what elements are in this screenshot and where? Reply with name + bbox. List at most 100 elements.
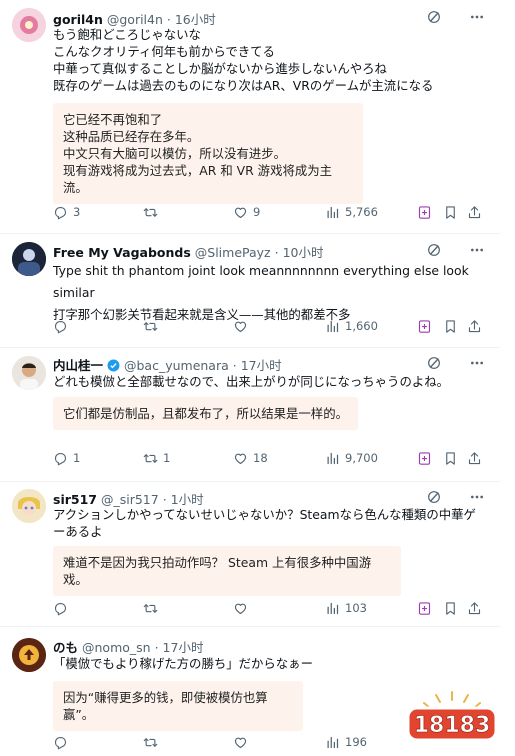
tweet-text: アクションしかやってないせいじゃないか？Steamなら色んな種類の中華ゲーあるよ xyxy=(53,507,476,539)
repost-button[interactable] xyxy=(143,731,163,753)
bookmark-button[interactable] xyxy=(443,201,458,223)
tweet[interactable]: goril4n @goril4n · 16小时 もう飽和どころじゃないな こんな… xyxy=(0,0,500,234)
like-icon xyxy=(233,451,248,466)
grok-button[interactable] xyxy=(417,201,432,223)
repost-icon xyxy=(143,205,158,220)
like-icon xyxy=(233,601,248,616)
grok-icon[interactable] xyxy=(426,242,442,258)
bookmark-icon xyxy=(443,451,458,466)
share-button[interactable] xyxy=(467,447,482,469)
views-button[interactable]: 196 xyxy=(325,731,367,753)
verified-badge-icon xyxy=(107,359,120,372)
user-handle[interactable]: @nomo_sn xyxy=(82,640,151,655)
share-button[interactable] xyxy=(467,597,482,619)
user-handle[interactable]: @_sir517 xyxy=(101,492,159,507)
bookmark-button[interactable] xyxy=(443,597,458,619)
repost-button[interactable] xyxy=(143,201,163,223)
avatar[interactable] xyxy=(12,356,46,390)
repost-button[interactable] xyxy=(143,315,163,337)
more-options-icon[interactable] xyxy=(469,242,485,258)
display-name[interactable]: sir517 xyxy=(53,492,97,507)
repost-button[interactable]: 1 xyxy=(143,447,170,469)
more-options-icon[interactable] xyxy=(469,355,485,371)
tweet-actions: 3 9 5,766 xyxy=(53,201,493,223)
more-options-icon[interactable] xyxy=(469,489,485,505)
display-name[interactable]: Free My Vagabonds xyxy=(53,245,191,260)
tweet-text: どれも模倣と全部載せなので、出来上がりが同じになっちゃうのよね。 xyxy=(53,374,450,389)
display-name[interactable]: 内山桂一 xyxy=(53,358,103,373)
like-button[interactable]: 18 xyxy=(233,447,268,469)
user-handle[interactable]: @bac_yumenara xyxy=(124,358,229,373)
more-options-icon[interactable] xyxy=(469,9,485,25)
bookmark-button[interactable] xyxy=(443,447,458,469)
avatar[interactable] xyxy=(12,638,46,672)
avatar[interactable] xyxy=(12,8,46,42)
like-icon xyxy=(233,205,248,220)
display-name[interactable]: のも xyxy=(53,640,78,655)
avatar[interactable] xyxy=(12,242,46,276)
reply-icon xyxy=(53,601,68,616)
separator: · xyxy=(154,640,159,655)
timestamp[interactable]: 10小时 xyxy=(283,245,324,260)
separator: · xyxy=(162,492,167,507)
tweet[interactable]: Free My Vagabonds @SlimePayz · 10小时 Type… xyxy=(0,233,500,348)
reply-icon xyxy=(53,319,68,334)
tweet[interactable]: 内山桂一 @bac_yumenara · 17小时 どれも模倣と全部載せなので、… xyxy=(0,347,500,482)
views-button[interactable]: 1,660 xyxy=(325,315,378,337)
grok-button[interactable] xyxy=(417,315,432,337)
grok-icon xyxy=(417,205,432,220)
like-icon xyxy=(233,735,248,750)
bookmark-button[interactable] xyxy=(443,315,458,337)
tweet-actions: 1 1 18 9,700 xyxy=(53,447,493,469)
user-handle[interactable]: @SlimePayz xyxy=(195,245,271,260)
tweet-header: のも @nomo_sn · 17小时 xyxy=(53,637,203,656)
repost-button[interactable] xyxy=(143,597,163,619)
repost-count: 1 xyxy=(163,451,171,465)
grok-icon xyxy=(417,319,432,334)
user-handle[interactable]: @goril4n xyxy=(107,12,163,27)
repost-icon xyxy=(143,601,158,616)
share-button[interactable] xyxy=(467,201,482,223)
grok-icon[interactable] xyxy=(426,489,442,505)
share-button[interactable] xyxy=(467,315,482,337)
like-button[interactable]: 9 xyxy=(233,201,260,223)
timestamp[interactable]: 1小时 xyxy=(171,492,204,507)
avatar[interactable] xyxy=(12,489,46,523)
grok-icon[interactable] xyxy=(426,355,442,371)
display-name[interactable]: goril4n xyxy=(53,12,103,27)
views-button[interactable]: 9,700 xyxy=(325,447,378,469)
bookmark-icon xyxy=(443,205,458,220)
tweet-text: 「模倣でもより稼げた方の勝ち」だからなぁー xyxy=(53,656,313,671)
bookmark-icon xyxy=(443,601,458,616)
translation-box: 因为“赚得更多的钱，即使被模仿也算赢”。 xyxy=(53,681,303,731)
reply-button[interactable] xyxy=(53,731,73,753)
like-button[interactable] xyxy=(233,731,253,753)
reply-icon xyxy=(53,735,68,750)
repost-icon xyxy=(143,319,158,334)
like-button[interactable] xyxy=(233,597,253,619)
tweet[interactable]: sir517 @_sir517 · 1小时 アクションしかやってないせいじゃない… xyxy=(0,481,500,627)
view-count: 5,766 xyxy=(345,205,378,219)
timestamp[interactable]: 17小时 xyxy=(163,640,204,655)
views-icon xyxy=(325,205,340,220)
grok-button[interactable] xyxy=(417,447,432,469)
like-button[interactable] xyxy=(233,315,253,337)
timestamp[interactable]: 17小时 xyxy=(241,358,282,373)
translation-box: 它已经不再饱和了 这种品质已经存在多年。 中文只有大脑可以模仿，所以没有进步。 … xyxy=(53,103,363,204)
view-count: 103 xyxy=(345,601,367,615)
views-button[interactable]: 103 xyxy=(325,597,367,619)
share-icon xyxy=(467,205,482,220)
view-count: 1,660 xyxy=(345,319,378,333)
timestamp[interactable]: 16小时 xyxy=(175,12,216,27)
reply-button[interactable]: 1 xyxy=(53,447,80,469)
views-button[interactable]: 5,766 xyxy=(325,201,378,223)
translation-box: 它们都是仿制品，且都发布了，所以结果是一样的。 xyxy=(53,397,358,430)
separator: · xyxy=(274,245,279,260)
grok-icon[interactable] xyxy=(426,9,442,25)
reply-button[interactable] xyxy=(53,597,73,619)
bookmark-icon xyxy=(443,319,458,334)
reply-icon xyxy=(53,205,68,220)
grok-button[interactable] xyxy=(417,597,432,619)
reply-button[interactable] xyxy=(53,315,73,337)
reply-button[interactable]: 3 xyxy=(53,201,80,223)
